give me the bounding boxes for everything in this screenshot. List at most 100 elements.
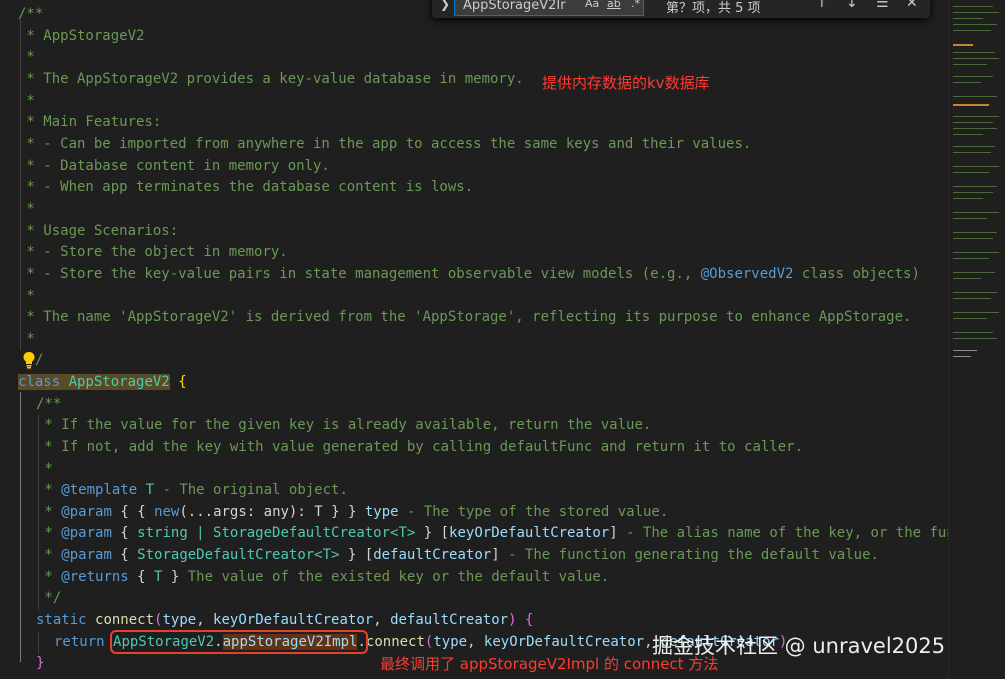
comment-text: * - Can be imported from anywhere in the… <box>18 136 752 152</box>
comment-text: * <box>18 49 35 65</box>
jsdoc-tag: @param <box>61 525 112 541</box>
comment-text: * Usage Scenarios: <box>18 223 179 239</box>
comment-text: - The alias name of the key, or the func… <box>626 525 948 541</box>
brace: } <box>331 504 340 520</box>
find-widget: ❯ AppStorageV2Ir Aa ab .* 第？项，共 5 项 ↑ ↓ … <box>432 0 930 18</box>
code-line-27: * @returns { T } The value of the existe… <box>36 569 610 585</box>
code-line-4: * The AppStorageV2 provides a key-value … <box>0 69 948 91</box>
comment-text: * AppStorageV2 <box>18 28 145 44</box>
code-line-28: */ <box>0 588 948 610</box>
method-call: connect <box>365 634 425 650</box>
doc-comment-open: /** <box>18 6 44 22</box>
comment-text: * - Store the object in memory. <box>18 244 288 260</box>
jsdoc-tag: @param <box>61 504 112 520</box>
jsdoc-tag: @returns <box>61 569 129 585</box>
class-open-brace: { <box>178 374 187 390</box>
comment-text: * - Database content in memory only. <box>18 158 330 174</box>
watermark: 掘金技术社区 @ unravel2025 <box>652 634 946 658</box>
comment-text: * If not, add the key with value generat… <box>36 439 804 455</box>
comment-text: * - When app terminates the database con… <box>18 179 474 195</box>
whole-word-toggle[interactable]: ab <box>607 0 621 10</box>
code-line-6: * Main Features: <box>0 112 948 134</box>
code-line-2: * AppStorageV2 <box>0 26 948 48</box>
toggle-replace-chevron-icon[interactable]: ❯ <box>440 0 450 11</box>
comment-text: * <box>18 331 35 347</box>
param-name: keyOrDefaultCreator <box>213 612 374 628</box>
code-line-29: static connect(type, keyOrDefaultCreator… <box>36 612 534 628</box>
match-case-toggle[interactable]: Aa <box>585 0 599 10</box>
jsdoc-tag: @template <box>61 482 138 498</box>
find-input-box[interactable]: AppStorageV2Ir Aa ab .* <box>454 0 644 16</box>
code-line-3: * <box>0 47 948 69</box>
comment-text: * <box>18 201 35 217</box>
code-line-13: * - Store the key-value pairs in state m… <box>0 264 948 286</box>
find-result-count: 第？项，共 5 项 <box>666 1 761 16</box>
return-keyword: return <box>54 634 105 650</box>
code-line-12: * - Store the object in memory. <box>0 242 948 264</box>
code-line-8: * - Database content in memory only. <box>0 156 948 178</box>
static-keyword: static <box>36 612 87 628</box>
param-name: defaultCreator <box>373 547 492 563</box>
arrow-down-icon[interactable]: ↓ <box>846 0 858 11</box>
code-line-23: * @template T - The original object. <box>36 482 348 498</box>
param-name: type <box>364 504 399 520</box>
jsdoc-type: T <box>145 482 155 498</box>
highlight-box <box>110 630 368 654</box>
close-icon[interactable]: ✕ <box>906 0 918 11</box>
comment-text: - The function generating the default va… <box>499 547 879 563</box>
jsdoc-type: string | StorageDefaultCreator<T> <box>137 525 416 541</box>
comment-text: * <box>18 93 35 109</box>
code-line-20: * If the value for the given key is alre… <box>0 415 948 437</box>
jsdoc-type: (...args: any): T <box>179 504 323 520</box>
arrow-up-icon[interactable]: ↑ <box>816 0 828 11</box>
code-line-5: * <box>0 91 948 113</box>
code-line-11: * Usage Scenarios: <box>0 221 948 243</box>
comment-text: * Main Features: <box>18 114 162 130</box>
doc-comment-open: /** <box>36 396 62 412</box>
param-name: keyOrDefaultCreator <box>449 525 610 541</box>
comment-text: * - Store the key-value pairs in state m… <box>18 266 701 282</box>
new-keyword: new <box>154 504 180 520</box>
code-line-10: * <box>0 199 948 221</box>
comment-text: - The original object. <box>154 482 348 498</box>
comment-text: * The name 'AppStorageV2' is derived fro… <box>18 309 912 325</box>
code-line-15: * The name 'AppStorageV2' is derived fro… <box>0 307 948 329</box>
brace: { <box>137 504 146 520</box>
code-editor[interactable]: /** * AppStorageV2 * * The AppStorageV2 … <box>0 0 948 679</box>
code-line-9: * - When app terminates the database con… <box>0 177 948 199</box>
jsdoc-tag: @param <box>61 547 112 563</box>
code-line-26: * @param { StorageDefaultCreator<T> } [d… <box>36 547 879 563</box>
code-line-16: * <box>0 329 948 351</box>
regex-toggle[interactable]: .* <box>631 0 640 10</box>
comment-text: * The AppStorageV2 provides a key-value … <box>18 71 524 87</box>
comment-text: * <box>36 461 53 477</box>
jsdoc-type: StorageDefaultCreator<T> <box>137 547 340 563</box>
param-name: type <box>162 612 197 628</box>
method-name: connect <box>95 612 155 628</box>
comment-text: * If the value for the given key is alre… <box>36 417 652 433</box>
decorator-ref: @ObservedV2 <box>700 266 794 282</box>
comment-text: class objects) <box>793 266 920 282</box>
code-line-21: * If not, add the key with value generat… <box>0 437 948 459</box>
code-line-24: * @param { { new(...args: any): T } } ty… <box>36 504 669 520</box>
brace: { <box>120 504 129 520</box>
code-line-7: * - Can be imported from anywhere in the… <box>0 134 948 156</box>
code-line-17: / <box>0 350 948 372</box>
comment-text: - The type of the stored value. <box>398 504 669 520</box>
param-name: defaultCreator <box>390 612 509 628</box>
code-line-18: class AppStorageV2 { <box>0 372 948 394</box>
find-input[interactable]: AppStorageV2Ir <box>463 0 566 13</box>
class-keyword: class <box>18 374 61 390</box>
doc-comment-close: */ <box>36 590 62 606</box>
comment-text: * <box>18 288 35 304</box>
kv-database-annotation: 提供内存数据的kv数据库 <box>542 74 710 92</box>
code-line-25: * @param { string | StorageDefaultCreato… <box>0 523 948 545</box>
method-close-brace: } <box>36 655 45 671</box>
code-line-19: /** <box>0 394 948 416</box>
find-in-selection-icon[interactable]: ☰ <box>876 0 889 11</box>
minimap[interactable] <box>948 0 1005 679</box>
comment-text: The value of the existed key or the defa… <box>179 569 610 585</box>
lightbulb-icon[interactable] <box>22 351 36 369</box>
class-name: AppStorageV2 <box>68 374 170 390</box>
code-line-14: * <box>0 286 948 308</box>
